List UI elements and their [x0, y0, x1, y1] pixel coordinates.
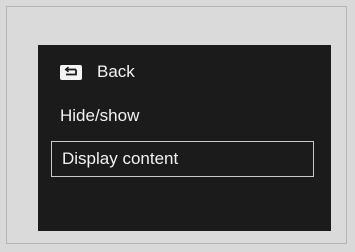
menu-item-display-content[interactable]: Display content [51, 141, 314, 177]
menu-item-label: Hide/show [60, 106, 140, 125]
display-screen: Back Hide/show Display content [38, 45, 331, 231]
return-arrow-icon-graphic [64, 66, 77, 75]
menu-item-hide-show[interactable]: Hide/show [60, 106, 139, 126]
back-menu-item[interactable]: Back [60, 62, 135, 82]
menu-item-label: Display content [62, 149, 179, 168]
screenshot-frame: Back Hide/show Display content [6, 6, 347, 244]
return-arrow-icon [60, 64, 82, 80]
back-label: Back [97, 62, 135, 81]
